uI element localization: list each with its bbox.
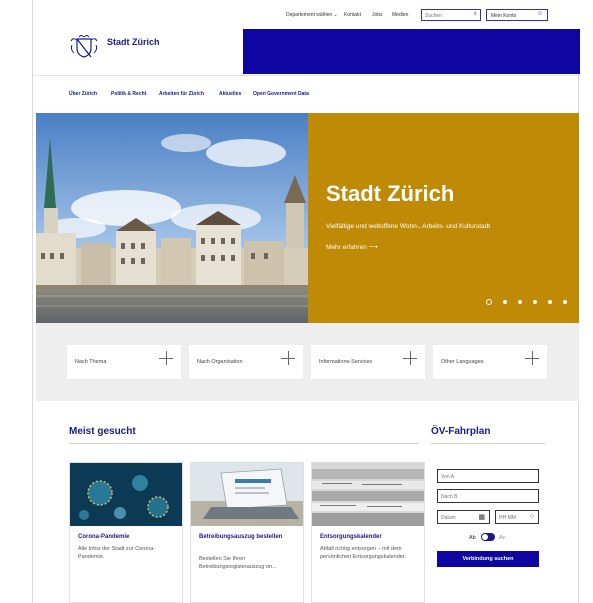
card-waste-calendar[interactable]: Entsorgungskalender Abfall richtig entso… — [311, 462, 425, 603]
from-field[interactable] — [437, 469, 539, 483]
most-searched-heading: Meist gesucht — [69, 426, 136, 437]
connection-search-button[interactable]: Verbindung suchen — [437, 551, 539, 567]
carousel-dot-3[interactable] — [518, 300, 522, 304]
search-icon[interactable]: ⌕ — [474, 11, 477, 18]
plus-icon — [281, 351, 295, 365]
carousel-dots — [486, 299, 576, 307]
card-image — [312, 463, 424, 526]
time-input[interactable] — [499, 514, 525, 521]
to-input[interactable] — [441, 493, 521, 500]
toggle-arrival-label[interactable]: An — [499, 535, 506, 541]
plus-icon — [403, 351, 417, 365]
section-rule — [431, 443, 545, 444]
hero-carousel: Stadt Zürich Vielfältige und weltoffene … — [36, 113, 579, 323]
arrow-right-icon: ⟶ — [368, 244, 378, 251]
calendar-icon[interactable]: ▦ — [478, 513, 485, 521]
search-box[interactable]: ⌕ — [421, 9, 481, 21]
toggle-knob — [482, 534, 488, 540]
card-image — [191, 463, 303, 526]
card-title: Corona-Pandemie — [78, 534, 130, 540]
departure-arrival-toggle[interactable] — [481, 533, 495, 541]
carousel-dot-2[interactable] — [503, 300, 507, 304]
account-button[interactable]: Mein Konto ☺ — [486, 9, 548, 21]
filter-label: Other Languages — [441, 359, 484, 365]
filter-by-organisation[interactable]: Nach Organisation — [189, 345, 303, 379]
nav-item-news[interactable]: Aktuelles — [219, 91, 241, 97]
hero-subtitle: Vielfältige und weltoffene Wohn-, Arbeit… — [326, 223, 491, 230]
hero-panel: Stadt Zürich Vielfältige und weltoffene … — [308, 113, 579, 323]
filter-label: Informations-Services — [319, 359, 373, 365]
hero-more-link[interactable]: Mehr erfahren ⟶ — [326, 243, 378, 251]
chevron-down-icon: ⌄ — [333, 12, 338, 18]
jobs-link[interactable]: Jobs — [372, 12, 383, 18]
hero-image — [36, 113, 308, 323]
date-input[interactable] — [441, 514, 473, 521]
time-field[interactable]: ○ — [495, 510, 539, 524]
card-text: Bestellen Sie Ihren Betreibungsregistera… — [199, 556, 277, 570]
site-title[interactable]: Stadt Zürich — [107, 37, 160, 47]
nav-item-jobs[interactable]: Arbeiten für Zürich — [159, 91, 204, 97]
carousel-dot-5[interactable] — [548, 300, 552, 304]
clock-icon[interactable]: ○ — [530, 513, 534, 520]
site-header: Stadt Zürich — [33, 29, 580, 74]
card-text: Alle Infos der Stadt zur Corona-Pandemie… — [78, 546, 156, 560]
section-rule — [69, 443, 419, 444]
plus-icon — [525, 351, 539, 365]
site-frame: Departement wählen ⌄ Kontakt Jobs Medien… — [32, 0, 580, 603]
user-icon: ☺ — [536, 11, 543, 17]
to-field[interactable] — [437, 489, 539, 503]
filter-label: Nach Organisation — [197, 359, 243, 365]
search-input[interactable] — [425, 11, 467, 20]
nav-item-open-data[interactable]: Open Government Data — [253, 91, 309, 97]
page: Departement wählen ⌄ Kontakt Jobs Medien… — [0, 0, 593, 603]
media-link[interactable]: Medien — [392, 12, 408, 18]
nav-item-politics[interactable]: Politik & Recht — [111, 91, 146, 97]
nav-item-about[interactable]: Über Zürich — [69, 91, 97, 97]
carousel-dot-6[interactable] — [563, 300, 567, 304]
contact-link[interactable]: Kontakt — [344, 12, 361, 18]
card-text: Abfall richtig entsorgen – mit dem persö… — [320, 546, 406, 560]
hero-title: Stadt Zürich — [326, 181, 455, 206]
filter-information-services[interactable]: Informations-Services — [311, 345, 425, 379]
utility-bar: Departement wählen ⌄ Kontakt Jobs Medien… — [33, 0, 580, 28]
card-debt-extract[interactable]: Betreibungsauszug bestellen Bestellen Si… — [190, 462, 304, 603]
zurich-coat-of-arms-icon[interactable] — [69, 35, 99, 59]
date-field[interactable]: ▦ — [437, 510, 490, 524]
toggle-departure-label[interactable]: Ab — [469, 535, 476, 541]
card-title: Entsorgungskalender — [320, 534, 382, 540]
filter-other-languages[interactable]: Other Languages — [433, 345, 547, 379]
carousel-dot-4[interactable] — [533, 300, 537, 304]
timetable-heading: ÖV-Fahrplan — [431, 426, 491, 437]
filter-label: Nach Thema — [75, 359, 107, 365]
plus-icon — [159, 351, 173, 365]
card-title: Betreibungsauszug bestellen — [199, 534, 283, 540]
main-navigation: Über Zürich Politik & Recht Arbeiten für… — [33, 75, 580, 113]
carousel-dot-1[interactable] — [486, 299, 492, 305]
card-corona[interactable]: Corona-Pandemie Alle Infos der Stadt zur… — [69, 462, 183, 603]
card-image — [70, 463, 182, 526]
topic-filters: Nach Thema Nach Organisation Information… — [36, 323, 579, 401]
department-select[interactable]: Departement wählen ⌄ — [286, 12, 338, 18]
filter-by-topic[interactable]: Nach Thema — [67, 345, 181, 379]
header-brand-band — [243, 29, 580, 74]
account-label: Mein Konto — [491, 13, 517, 19]
logo-area[interactable]: Stadt Zürich — [33, 29, 243, 74]
from-input[interactable] — [441, 473, 521, 480]
